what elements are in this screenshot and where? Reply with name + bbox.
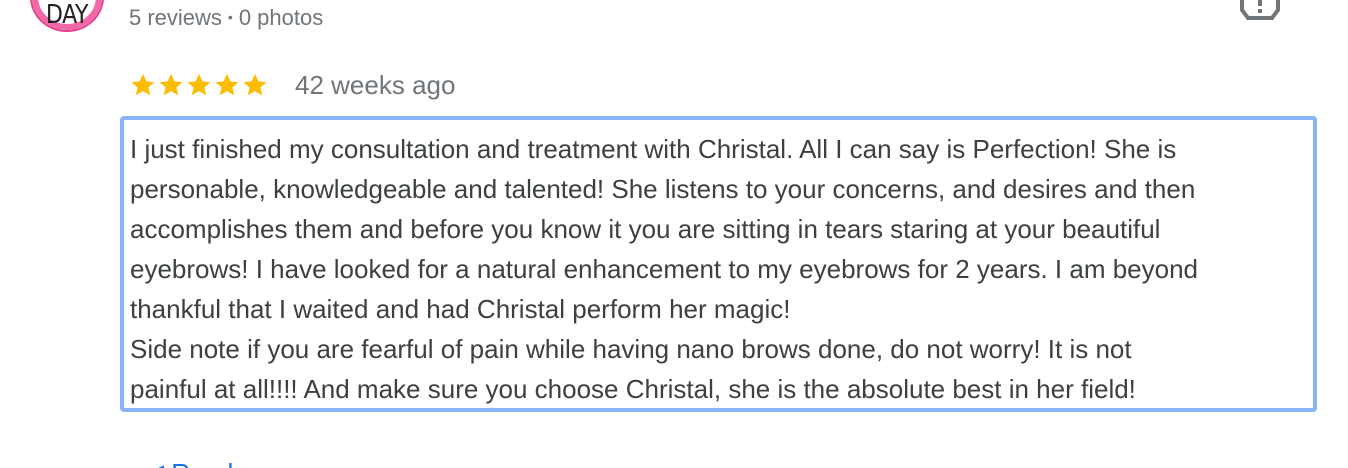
star-icon — [159, 73, 183, 96]
review-text-line: I just finished my consultation and trea… — [130, 134, 1177, 164]
more-link-partial[interactable]: ◀ Read — [144, 458, 254, 468]
star-rating — [129, 71, 269, 99]
more-link-text: ◀ Read — [144, 458, 233, 468]
review-text[interactable]: I just finished my consultation and trea… — [120, 116, 1317, 412]
reviewer-reviews-count: 5 reviews — [129, 5, 222, 30]
reviewer-meta: 5 reviews • 0 photos — [129, 5, 323, 31]
review-text-line: Side note if you are fearful of pain whi… — [130, 334, 1132, 364]
avatar-logo-text: DAY — [45, 0, 89, 30]
review-text-line: accomplishes them and before you know it… — [130, 214, 1161, 244]
rating-row: 42 weeks ago — [129, 68, 455, 102]
reviewer-avatar[interactable]: DAY — [30, 0, 104, 32]
star-icon — [131, 73, 155, 96]
review-text-line: personable, knowledgeable and talented! … — [130, 174, 1196, 204]
report-review-button[interactable] — [1238, 0, 1282, 22]
reviewer-photos-count: 0 photos — [238, 5, 324, 30]
star-icon — [187, 73, 211, 96]
star-icon — [243, 73, 267, 96]
meta-separator: • — [227, 9, 233, 25]
review-text-line: thankful that I waited and had Christal … — [130, 294, 791, 324]
review-card: DAY 5 reviews • 0 photos 42 weeks ago I ju… — [0, 0, 1348, 468]
star-icon — [215, 73, 239, 96]
review-time: 42 weeks ago — [295, 69, 456, 100]
review-text-line: painful at all!!!! And make sure you cho… — [130, 374, 1136, 404]
review-text-line: eyebrows! I have looked for a natural en… — [130, 254, 1199, 284]
report-flag-icon — [1240, 0, 1280, 20]
